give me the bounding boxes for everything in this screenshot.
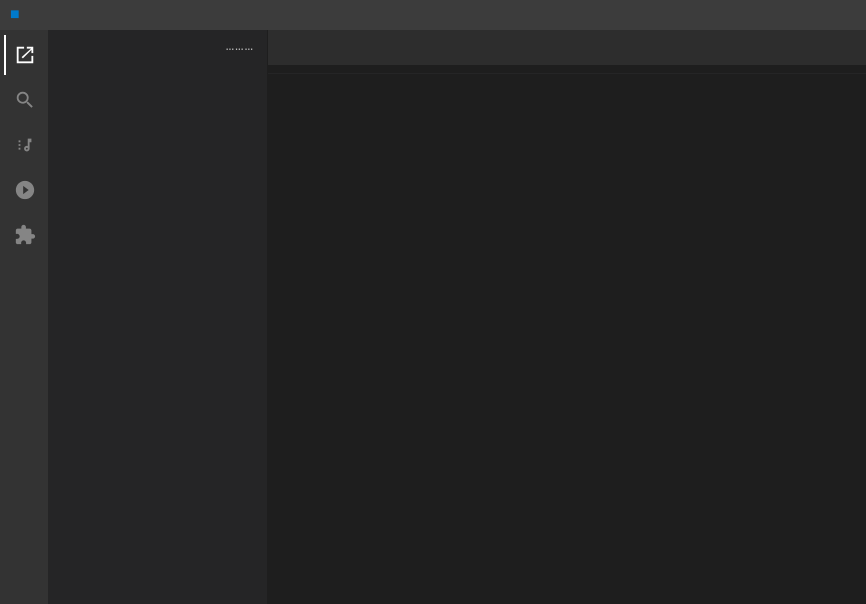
- sidebar: ………: [48, 30, 268, 604]
- code-content[interactable]: [313, 79, 866, 604]
- breadcrumb: [268, 65, 866, 74]
- new-file-button[interactable]: ………: [223, 38, 257, 56]
- line-numbers: [268, 79, 313, 604]
- debug-icon[interactable]: [4, 170, 44, 210]
- main-layout: ………: [0, 30, 866, 604]
- sidebar-header: ………: [48, 30, 267, 64]
- code-editor[interactable]: [268, 74, 866, 604]
- extensions-icon[interactable]: [4, 215, 44, 255]
- activity-bar: [0, 30, 48, 604]
- editor-area: [268, 30, 866, 604]
- title-bar: ■: [0, 0, 866, 30]
- sidebar-actions: ………: [223, 38, 257, 56]
- source-control-icon[interactable]: [4, 125, 44, 165]
- search-activity-icon[interactable]: [4, 80, 44, 120]
- vscode-logo: ■: [10, 6, 20, 24]
- explorer-icon[interactable]: [4, 35, 44, 75]
- tab-bar: [268, 30, 866, 65]
